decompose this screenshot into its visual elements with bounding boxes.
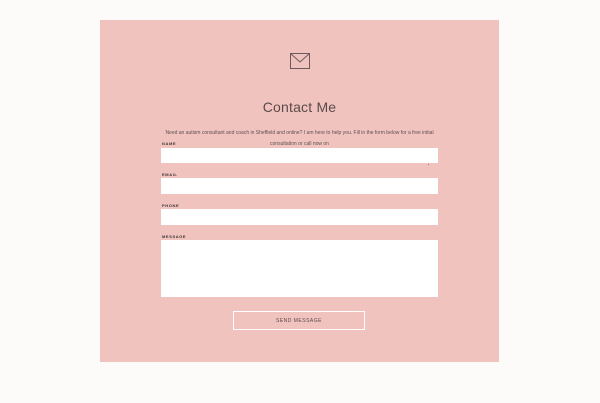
name-label: NAME xyxy=(162,141,177,146)
message-field[interactable] xyxy=(161,240,438,297)
phone-label: PHONE xyxy=(162,203,180,208)
intro-text: Need an autism consultant and coach in S… xyxy=(165,130,434,147)
email-field[interactable] xyxy=(161,178,438,194)
phone-field[interactable] xyxy=(161,209,438,225)
name-field[interactable] xyxy=(161,148,438,163)
contact-card: Contact Me Need an autism consultant and… xyxy=(100,20,499,362)
envelope-icon xyxy=(290,53,310,69)
email-label: EMAIL xyxy=(162,172,178,177)
send-message-button[interactable]: SEND MESSAGE xyxy=(233,311,365,330)
message-label: MESSAGE xyxy=(162,234,187,239)
page-title: Contact Me xyxy=(262,99,337,115)
